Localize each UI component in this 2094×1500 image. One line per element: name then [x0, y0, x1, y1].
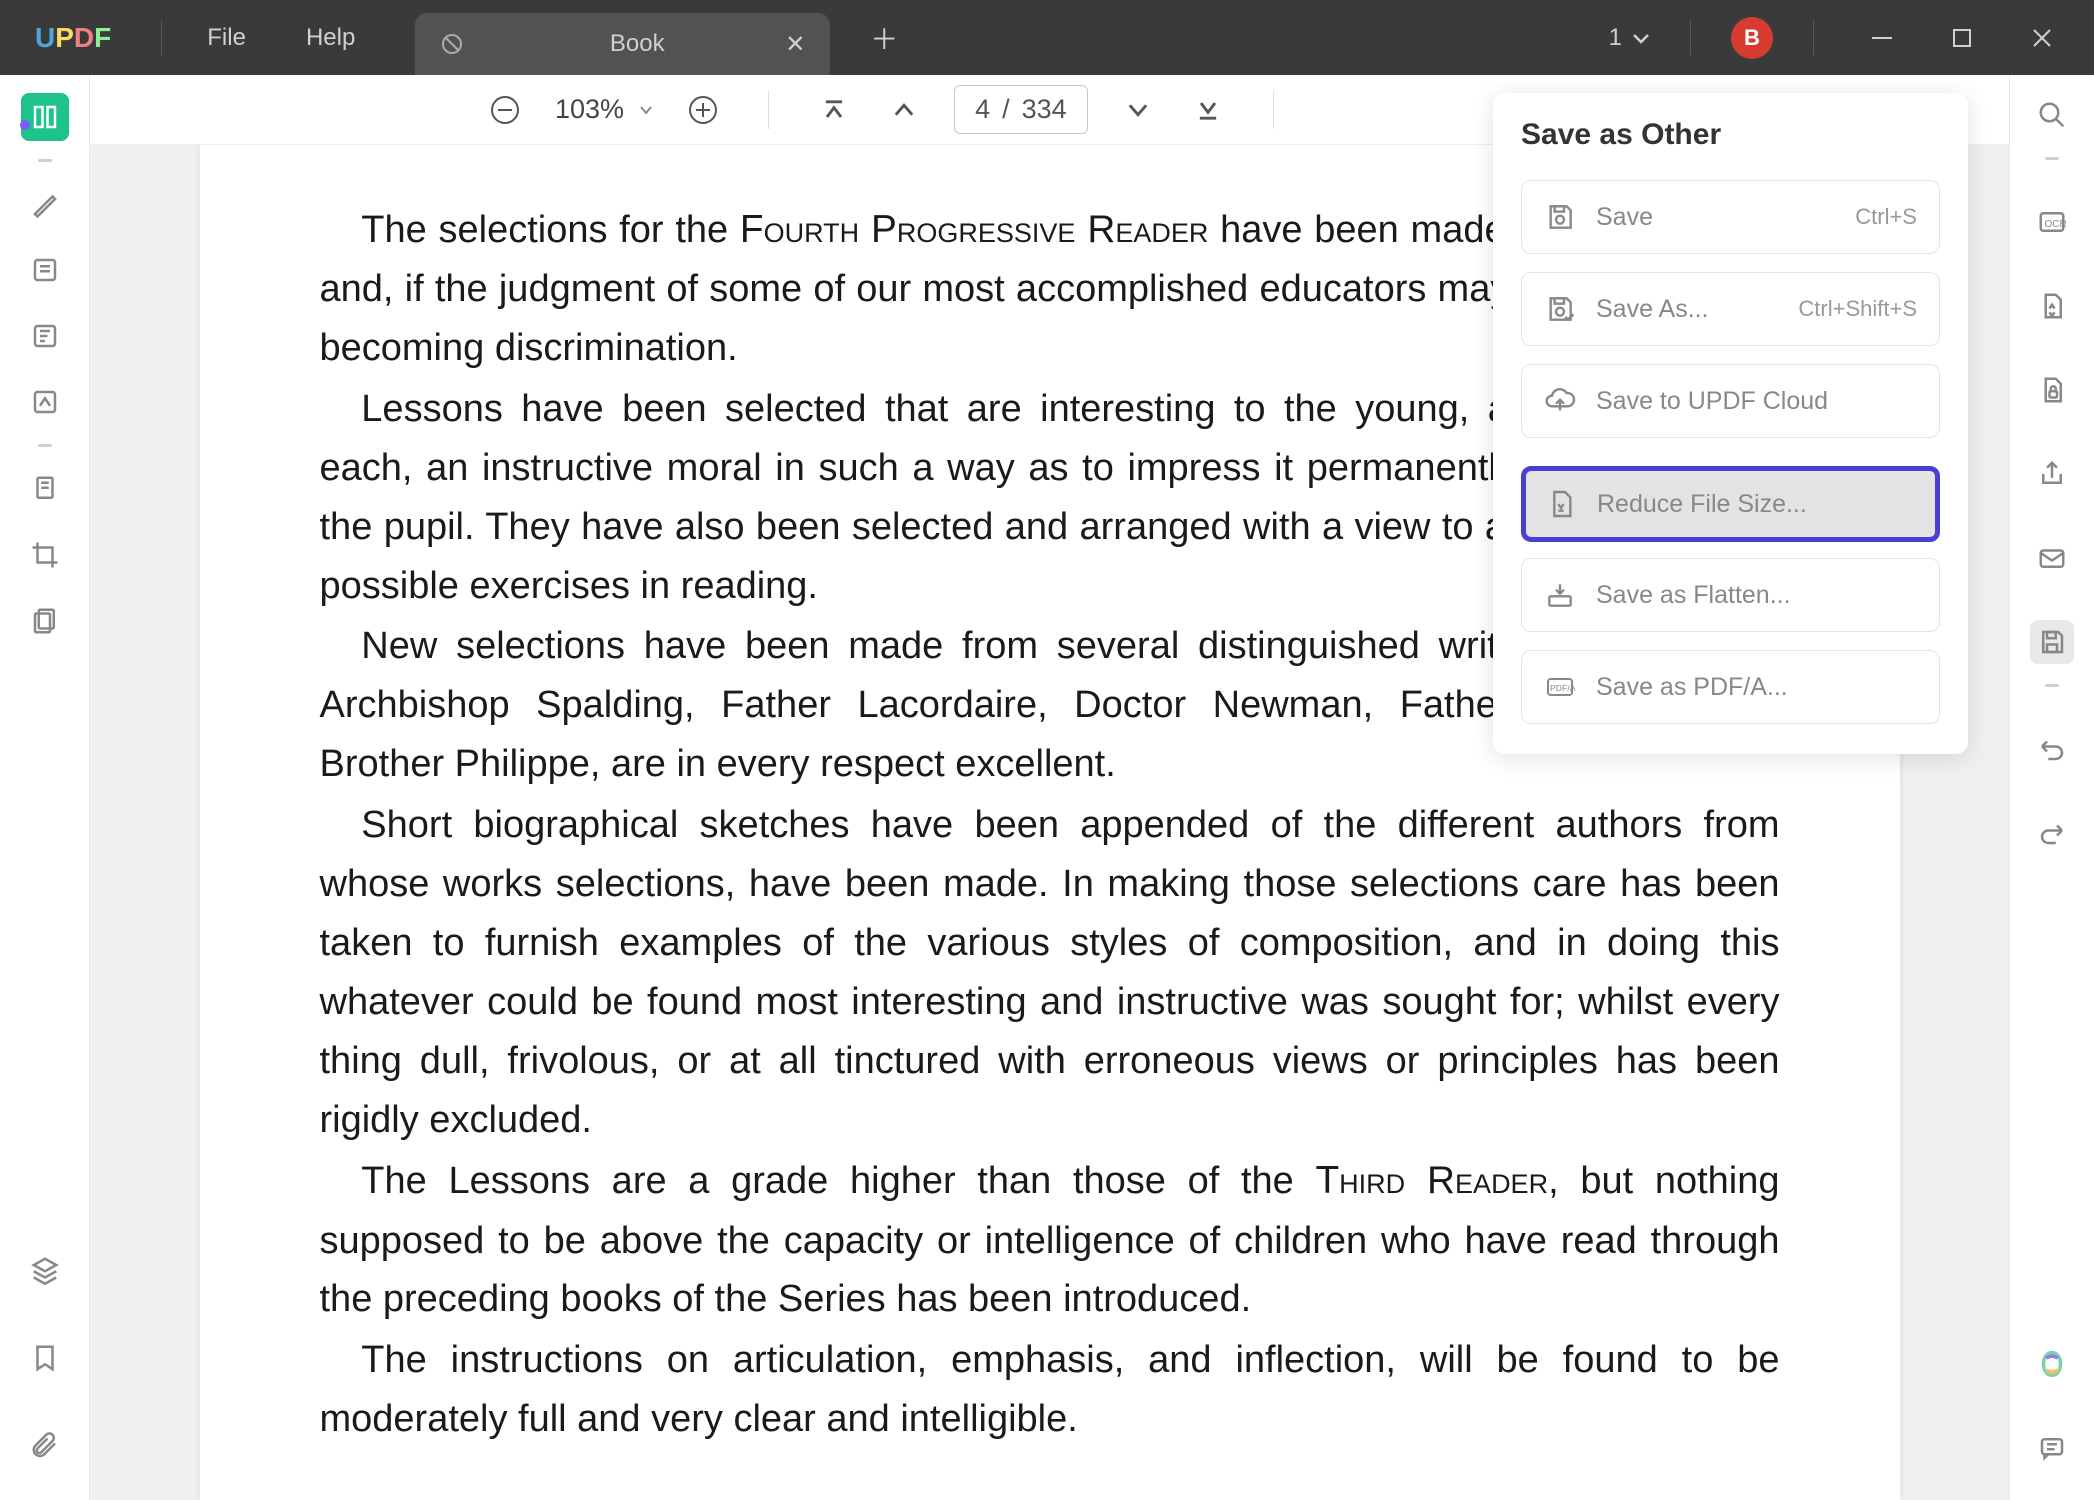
save-as-pdfa-button[interactable]: PDF/A Save as PDF/A... [1521, 650, 1940, 724]
paragraph: Short biographical sketches have been ap… [320, 796, 1780, 1149]
zoom-level-dropdown[interactable]: 103% [555, 94, 653, 125]
separator [38, 444, 52, 447]
first-page-button[interactable] [814, 90, 854, 130]
redo-icon[interactable] [2030, 811, 2074, 855]
pages-tool-icon[interactable] [21, 597, 69, 645]
item-label: Save as PDF/A... [1596, 673, 1917, 702]
layers-icon[interactable] [21, 1246, 69, 1294]
tab-title: Book [489, 30, 785, 58]
item-label: Reduce File Size... [1597, 490, 1916, 519]
pdfa-icon: PDF/A [1544, 671, 1576, 703]
left-sidebar [0, 75, 90, 1500]
prev-page-button[interactable] [884, 90, 924, 130]
zoom-out-button[interactable] [485, 90, 525, 130]
organize-tool-icon[interactable] [21, 465, 69, 513]
save-as-flatten-button[interactable]: Save as Flatten... [1521, 558, 1940, 632]
comment-icon[interactable] [2030, 1426, 2074, 1470]
close-window-button[interactable] [2014, 18, 2069, 58]
zoom-in-button[interactable] [683, 90, 723, 130]
panel-title: Save as Other [1521, 118, 1940, 152]
item-label: Save [1596, 203, 1835, 232]
highlight-tool-icon[interactable] [21, 180, 69, 228]
page-number-input[interactable]: 4 / 334 [954, 85, 1088, 134]
protect-icon[interactable] [2030, 368, 2074, 412]
separator [2045, 157, 2059, 160]
title-bar: UPDF File Help Book ✕ ＋ 1 B [0, 0, 2094, 75]
paragraph: The instructions on articulation, emphas… [320, 1331, 1780, 1449]
cloud-upload-icon [1544, 385, 1576, 417]
document-tab[interactable]: Book ✕ [415, 13, 830, 75]
attachment-icon[interactable] [21, 1422, 69, 1470]
ocr-icon[interactable]: OCR [2030, 200, 2074, 244]
document-icon [440, 32, 464, 56]
reduce-file-icon [1545, 488, 1577, 520]
last-page-button[interactable] [1188, 90, 1228, 130]
item-label: Save As... [1596, 295, 1778, 324]
item-label: Save as Flatten... [1596, 581, 1917, 610]
separator [1813, 20, 1814, 55]
save-icon[interactable] [2030, 620, 2074, 664]
indicator-dot [20, 120, 30, 130]
text-tool-icon[interactable] [21, 312, 69, 360]
email-icon[interactable] [2030, 536, 2074, 580]
paragraph: The Lessons are a grade higher than thos… [320, 1151, 1780, 1329]
save-to-cloud-button[interactable]: Save to UPDF Cloud [1521, 364, 1940, 438]
shortcut-label: Ctrl+Shift+S [1798, 296, 1917, 322]
save-file-icon [1544, 201, 1576, 233]
bookmark-icon[interactable] [21, 1334, 69, 1382]
right-sidebar: OCR [2009, 75, 2094, 1500]
save-button[interactable]: Save Ctrl+S [1521, 180, 1940, 254]
separator [768, 91, 769, 129]
new-tab-button[interactable]: ＋ [870, 18, 898, 58]
reduce-file-size-button[interactable]: Reduce File Size... [1521, 466, 1940, 542]
convert-icon[interactable] [2030, 284, 2074, 328]
reader-tool-icon[interactable] [21, 93, 69, 141]
shortcut-label: Ctrl+S [1855, 204, 1917, 230]
save-as-file-icon [1544, 293, 1576, 325]
item-label: Save to UPDF Cloud [1596, 387, 1917, 416]
separator [38, 159, 52, 162]
chevron-down-icon [639, 105, 653, 115]
svg-text:OCR: OCR [2045, 219, 2067, 230]
separator [2045, 684, 2059, 687]
separator [1273, 91, 1274, 129]
minimize-button[interactable] [1854, 18, 1909, 58]
annotate-tool-icon[interactable] [21, 246, 69, 294]
flatten-icon [1544, 579, 1576, 611]
share-icon[interactable] [2030, 452, 2074, 496]
help-menu[interactable]: Help [276, 24, 385, 52]
app-logo: UPDF [35, 22, 111, 54]
ai-assistant-icon[interactable] [2030, 1342, 2074, 1386]
undo-icon[interactable] [2030, 727, 2074, 771]
edit-tool-icon[interactable] [21, 378, 69, 426]
save-as-other-panel: Save as Other Save Ctrl+S Save As... Ctr… [1493, 93, 1968, 754]
svg-text:PDF/A: PDF/A [1550, 683, 1576, 693]
search-icon[interactable] [2030, 93, 2074, 137]
chevron-down-icon [1632, 32, 1650, 44]
file-menu[interactable]: File [177, 24, 276, 52]
separator [1690, 20, 1691, 55]
maximize-button[interactable] [1934, 18, 1989, 58]
tab-count-dropdown[interactable]: 1 [1609, 24, 1650, 52]
close-tab-icon[interactable]: ✕ [785, 30, 805, 59]
separator [161, 20, 162, 55]
save-as-button[interactable]: Save As... Ctrl+Shift+S [1521, 272, 1940, 346]
user-avatar[interactable]: B [1731, 17, 1773, 59]
next-page-button[interactable] [1118, 90, 1158, 130]
crop-tool-icon[interactable] [21, 531, 69, 579]
